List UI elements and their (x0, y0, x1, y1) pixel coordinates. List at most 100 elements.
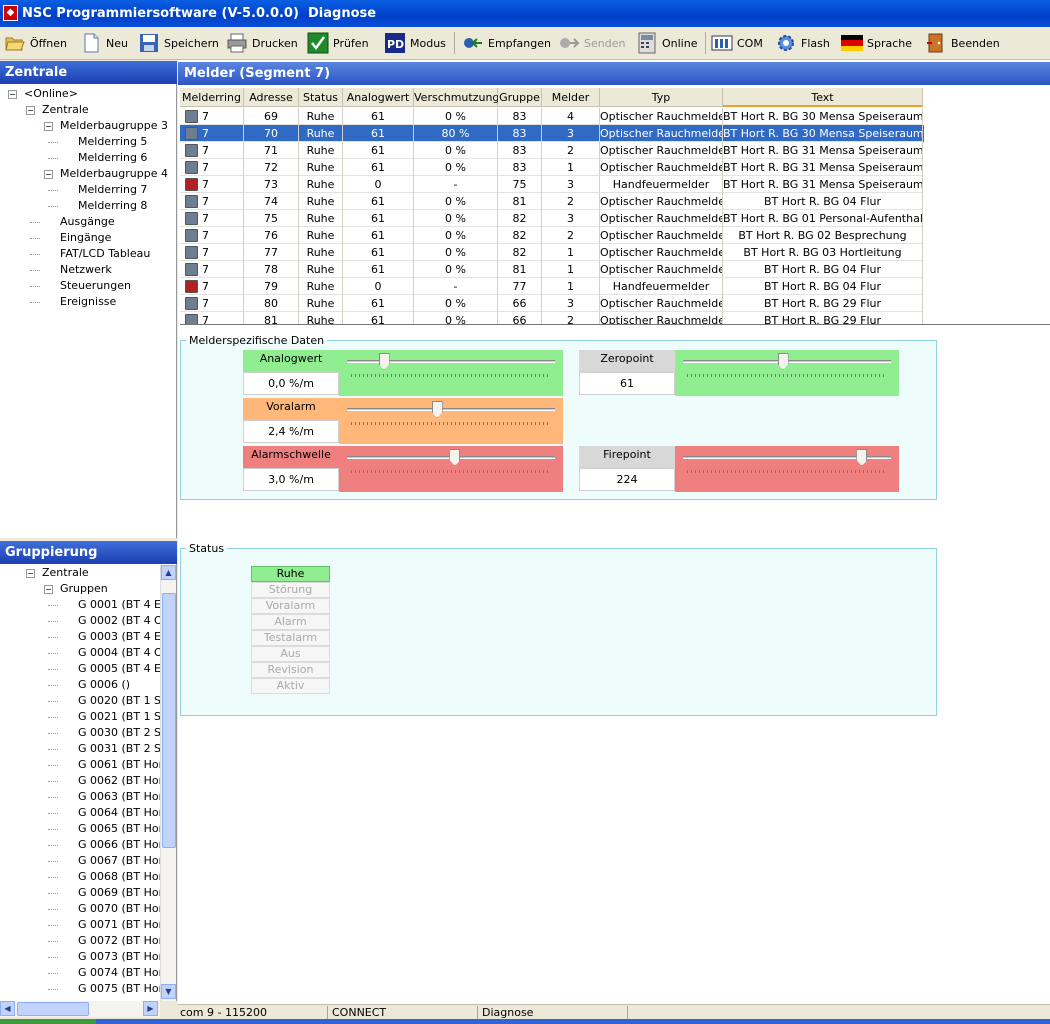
column-header[interactable]: Melderring (180, 88, 244, 107)
start-button[interactable] (0, 1019, 96, 1024)
table-cell-dirt: - (453, 178, 458, 191)
tree-collapse-icon[interactable]: − (44, 170, 53, 179)
tree-collapse-icon[interactable]: − (26, 569, 35, 578)
check-button[interactable]: Prüfen (307, 31, 369, 55)
tree-connector (48, 733, 58, 734)
tree-node-label: G 0061 (BT Hort (78, 758, 168, 771)
slider-ticks (687, 470, 887, 473)
flash-button[interactable]: Flash (775, 31, 830, 55)
table-row[interactable]: 7 77 Ruhe 61 0 % 82 1 Optischer Rauchmelder BT H… (180, 244, 924, 261)
mode-button[interactable]: PD Modus (384, 31, 446, 55)
table-cell-text: BT Hort R. BG 04 Flur (763, 263, 882, 276)
scroll-thumb[interactable] (17, 1002, 89, 1016)
table-cell: BT Hort R. BG 30 Mensa Speiseraum 01 (723, 108, 923, 125)
table-cell: 7 (180, 261, 244, 278)
table-cell: Optischer Rauchmelder (600, 108, 723, 125)
receive-button[interactable]: Empfangen (462, 31, 551, 55)
column-header[interactable]: Analogwert (343, 88, 414, 107)
table-cell: 83 (498, 142, 542, 159)
table-row[interactable]: 7 70 Ruhe 61 80 % 83 3 Optischer Rauchmelder BT … (180, 125, 924, 142)
zeropoint-slider[interactable] (675, 350, 899, 396)
table-cell-det: 3 (567, 297, 574, 310)
table-cell-text: BT Hort R. BG 31 Mensa Speiseraum 02 (723, 161, 923, 174)
save-button[interactable]: Speichern (138, 31, 219, 55)
prealarm-slider[interactable] (339, 398, 563, 444)
tree-collapse-icon[interactable]: − (8, 90, 17, 99)
table-cell-group: 66 (512, 314, 527, 325)
gruppierung-vertical-scrollbar[interactable]: ▲ ▼ (160, 565, 176, 1001)
table-cell-group: 81 (512, 263, 527, 276)
table-cell: BT Hort R. BG 31 Mensa Speiseraum 02 (723, 176, 923, 193)
column-header[interactable]: Gruppe (498, 88, 542, 107)
language-button[interactable]: Sprache (841, 31, 912, 55)
column-header[interactable]: Verschmutzung (414, 88, 499, 107)
table-cell-ring: 7 (202, 212, 209, 225)
slider-thumb[interactable] (431, 401, 443, 418)
slider-thumb[interactable] (856, 449, 868, 466)
table-cell-addr: 69 (264, 110, 278, 123)
open-button[interactable]: Öffnen (4, 31, 67, 55)
column-header[interactable]: Adresse (244, 88, 299, 107)
new-document-icon (80, 32, 102, 54)
table-row[interactable]: 7 78 Ruhe 61 0 % 81 1 Optischer Rauchmelder BT H… (180, 261, 924, 278)
smoke-detector-icon (185, 195, 198, 208)
exit-button[interactable]: Beenden (925, 31, 1000, 55)
table-cell-dirt: 80 % (441, 127, 470, 140)
column-header[interactable]: Status (299, 88, 343, 107)
column-header[interactable]: Text (723, 88, 923, 107)
tree-node-label: Zentrale (42, 566, 89, 579)
scroll-left-icon[interactable]: ◀ (0, 1001, 15, 1016)
slider-thumb[interactable] (449, 449, 461, 466)
slider-thumb[interactable] (777, 353, 789, 370)
tree-node-label: G 0065 (BT Hort (78, 822, 168, 835)
print-button[interactable]: Drucken (226, 31, 298, 55)
tree-node-label: Melderbaugruppe 4 (60, 167, 168, 180)
table-cell: 71 (244, 142, 299, 159)
table-row[interactable]: 7 79 Ruhe 0 - 77 1 Handfeuermelder BT Hort R. BG… (180, 278, 924, 295)
table-cell-status: Ruhe (306, 178, 335, 191)
table-row[interactable]: 7 73 Ruhe 0 - 75 3 Handfeuermelder BT Hort R. BG… (180, 176, 924, 193)
com-label: COM (737, 36, 763, 50)
tree-connector (48, 142, 58, 143)
tree-node-label: G 0067 (BT Hort (78, 854, 168, 867)
table-cell: BT Hort R. BG 04 Flur (723, 261, 923, 278)
new-label: Neu (106, 36, 128, 50)
online-button[interactable]: Online (636, 31, 697, 55)
gruppierung-horizontal-scrollbar[interactable]: ◀ ▶ (0, 1001, 160, 1017)
table-row[interactable]: 7 69 Ruhe 61 0 % 83 4 Optischer Rauchmelder BT H… (180, 108, 924, 125)
table-row[interactable]: 7 71 Ruhe 61 0 % 83 2 Optischer Rauchmelder BT H… (180, 142, 924, 159)
scroll-right-icon[interactable]: ▶ (143, 1001, 158, 1016)
firepoint-slider[interactable] (675, 446, 899, 492)
table-cell-text: BT Hort R. BG 02 Besprechung (738, 229, 907, 242)
scroll-down-icon[interactable]: ▼ (161, 984, 176, 999)
table-row[interactable]: 7 81 Ruhe 61 0 % 66 2 Optischer Rauchmelder BT H… (180, 312, 924, 325)
send-button[interactable]: Senden (558, 31, 625, 55)
column-header[interactable]: Melder (542, 88, 600, 107)
table-row[interactable]: 7 74 Ruhe 61 0 % 81 2 Optischer Rauchmelder BT H… (180, 193, 924, 210)
table-cell-det: 2 (567, 229, 574, 242)
tree-collapse-icon[interactable]: − (44, 585, 53, 594)
table-cell-addr: 75 (264, 212, 278, 225)
table-row[interactable]: 7 76 Ruhe 61 0 % 82 2 Optischer Rauchmelder BT H… (180, 227, 924, 244)
tree-connector (30, 286, 40, 287)
tree-collapse-icon[interactable]: − (26, 106, 35, 115)
table-row[interactable]: 7 72 Ruhe 61 0 % 83 1 Optischer Rauchmelder BT H… (180, 159, 924, 176)
table-cell: BT Hort R. BG 31 Mensa Speiseraum 02 (723, 159, 923, 176)
slider-thumb[interactable] (378, 353, 390, 370)
new-button[interactable]: Neu (80, 31, 128, 55)
scroll-up-icon[interactable]: ▲ (161, 565, 176, 580)
smoke-detector-icon (185, 212, 198, 225)
scroll-thumb[interactable] (162, 593, 176, 848)
table-cell-dirt: 0 % (445, 161, 466, 174)
com-button[interactable]: COM (711, 31, 763, 55)
alarm-threshold-slider[interactable] (339, 446, 563, 492)
analog-value-slider[interactable] (339, 350, 563, 396)
table-row[interactable]: 7 80 Ruhe 61 0 % 66 3 Optischer Rauchmelder BT H… (180, 295, 924, 312)
table-row[interactable]: 7 75 Ruhe 61 0 % 82 3 Optischer Rauchmelder BT H… (180, 210, 924, 227)
table-cell-det: 4 (567, 110, 574, 123)
status-indicator: Voralarm (251, 598, 330, 614)
table-cell: BT Hort R. BG 31 Mensa Speiseraum 02 (723, 142, 923, 159)
column-header[interactable]: Typ (600, 88, 723, 107)
tree-connector (30, 222, 40, 223)
tree-collapse-icon[interactable]: − (44, 122, 53, 131)
